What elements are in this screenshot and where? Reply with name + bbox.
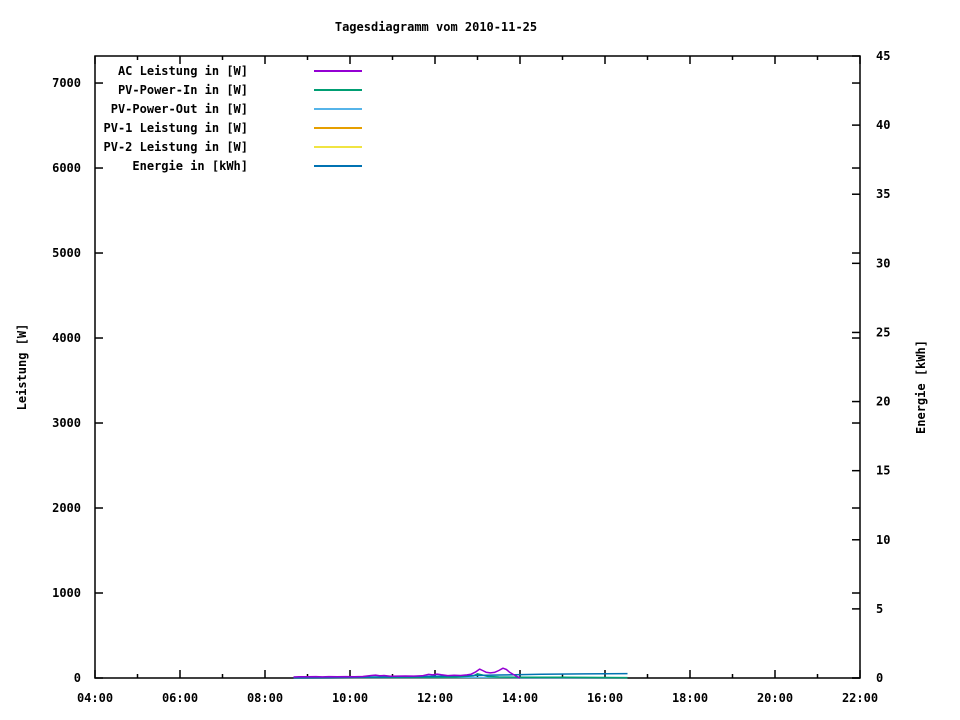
x-tick-label: 14:00: [502, 691, 538, 705]
legend-item: Energie in [kWh]: [0, 157, 362, 175]
legend-item: PV-Power-In in [W]: [0, 81, 362, 99]
legend-item: PV-2 Leistung in [W]: [0, 138, 362, 156]
y-tick-label: 2000: [52, 501, 81, 515]
x-tick-label: 10:00: [332, 691, 368, 705]
x-tick-label: 08:00: [247, 691, 283, 705]
y2-tick-label: 40: [876, 118, 890, 132]
legend-label: PV-2 Leistung in [W]: [103, 140, 249, 154]
y2-tick-label: 10: [876, 533, 890, 547]
legend-label: PV-1 Leistung in [W]: [103, 121, 249, 135]
x-tick-label: 18:00: [672, 691, 708, 705]
legend-line-sample: [314, 89, 362, 91]
y2-tick-label: 25: [876, 325, 890, 339]
y-tick-label: 4000: [52, 331, 81, 345]
legend-line-sample: [314, 127, 362, 129]
x-tick-label: 12:00: [417, 691, 453, 705]
y2-tick-label: 45: [876, 49, 890, 63]
legend-item: PV-Power-Out in [W]: [0, 100, 362, 118]
x-tick-label: 04:00: [77, 691, 113, 705]
legend-label: PV-Power-In in [W]: [117, 83, 248, 97]
y2-tick-label: 0: [876, 671, 883, 685]
x-tick-label: 22:00: [842, 691, 878, 705]
legend-label: Energie in [kWh]: [132, 159, 248, 173]
legend-item: PV-1 Leistung in [W]: [0, 119, 362, 137]
legend-line-sample: [314, 146, 362, 148]
legend-line-sample: [314, 165, 362, 167]
x-tick-label: 20:00: [757, 691, 793, 705]
legend-line-sample: [314, 70, 362, 72]
y-tick-label: 0: [74, 671, 81, 685]
chart-canvas: Tagesdiagramm vom 2010-11-25 Leistung [W…: [0, 0, 960, 720]
legend-label: AC Leistung in [W]: [117, 64, 248, 78]
y-tick-label: 3000: [52, 416, 81, 430]
legend-label: PV-Power-Out in [W]: [110, 102, 248, 116]
x-tick-label: 16:00: [587, 691, 623, 705]
y2-tick-label: 35: [876, 187, 890, 201]
legend-line-sample: [314, 108, 362, 110]
y-tick-label: 5000: [52, 246, 81, 260]
y2-tick-label: 20: [876, 395, 890, 409]
legend-item: AC Leistung in [W]: [0, 62, 362, 80]
x-tick-label: 06:00: [162, 691, 198, 705]
y2-tick-label: 5: [876, 602, 883, 616]
y-tick-label: 1000: [52, 586, 81, 600]
y2-tick-label: 30: [876, 256, 890, 270]
y2-tick-label: 15: [876, 464, 890, 478]
